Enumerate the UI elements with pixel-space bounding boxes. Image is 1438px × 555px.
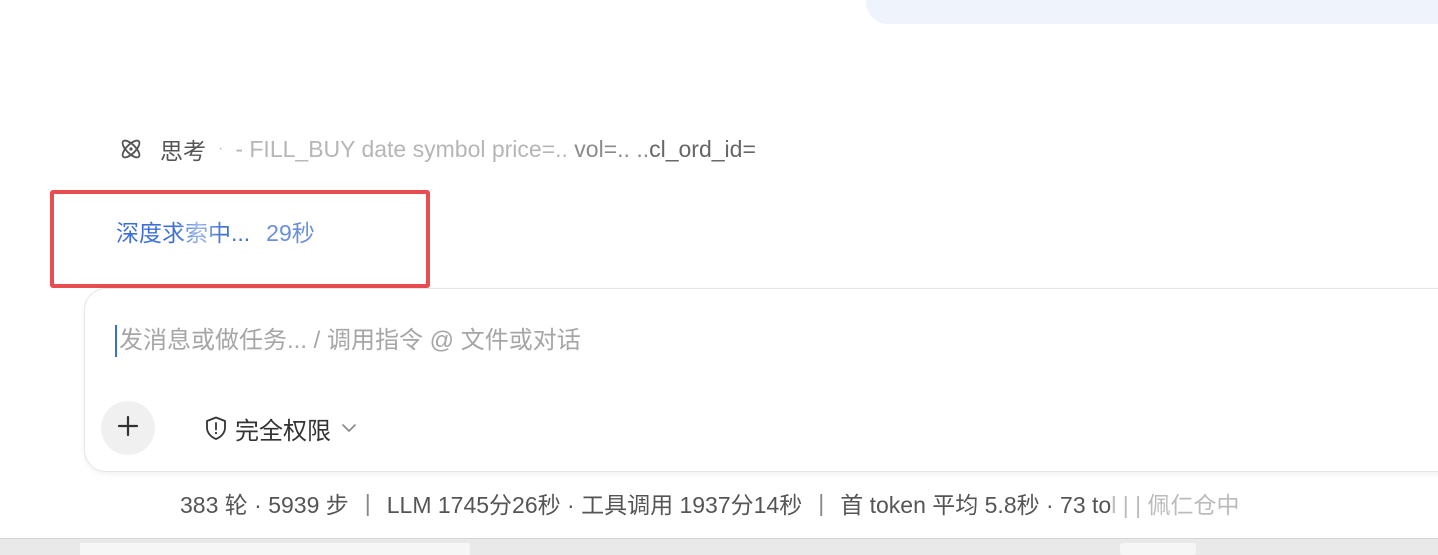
stats-separator: |	[818, 489, 825, 516]
deep-search-elapsed: 29秒	[266, 220, 315, 246]
thinking-preview-mid: vol=.. ..	[567, 135, 650, 162]
add-attachment-button[interactable]	[101, 401, 155, 455]
thinking-preview: - FILL_BUY date symbol price=.. vol=.. .…	[235, 136, 756, 163]
deep-search-status: 深度求索中... 29秒	[116, 215, 315, 247]
shield-icon	[203, 415, 229, 441]
bottom-tab[interactable]	[80, 543, 470, 555]
deep-search-label: 深度求索中...	[116, 214, 250, 248]
bottom-button[interactable]	[1120, 543, 1196, 555]
message-composer: 发消息或做任务... / 调用指令 @ 文件或对话 完全权限	[84, 288, 1438, 472]
atom-icon	[118, 136, 144, 162]
permission-label: 完全权限	[235, 417, 331, 445]
plus-icon	[116, 414, 140, 443]
session-stats-bar: 383 轮 · 5939 步 | LLM 1745分26秒 · 工具调用 193…	[180, 488, 1240, 519]
thinking-row[interactable]: 思考 · - FILL_BUY date symbol price=.. vol…	[118, 134, 756, 164]
thinking-label: 思考	[160, 138, 206, 164]
stats-timing: LLM 1745分26秒 · 工具调用 1937分14秒	[386, 492, 803, 518]
thinking-preview-dark: cl_ord_id=	[649, 135, 756, 162]
stats-first-token: 首 token 平均 5.8秒 · 73 to	[840, 492, 1112, 518]
chevron-down-icon	[339, 418, 359, 438]
thinking-preview-faded: - FILL_BUY date symbol price=..	[235, 135, 568, 162]
permission-dropdown[interactable]: 完全权限	[203, 413, 359, 445]
stats-truncated: l | | 佩仁仓中	[1111, 492, 1240, 518]
window-bottom-strip	[0, 538, 1438, 555]
stats-rounds-steps: 383 轮 · 5939 步	[180, 492, 349, 518]
message-input[interactable]: 发消息或做任务... / 调用指令 @ 文件或对话	[115, 325, 581, 357]
stats-separator: |	[364, 489, 371, 516]
user-message-bubble	[866, 0, 1438, 24]
thinking-separator: ·	[218, 140, 224, 157]
